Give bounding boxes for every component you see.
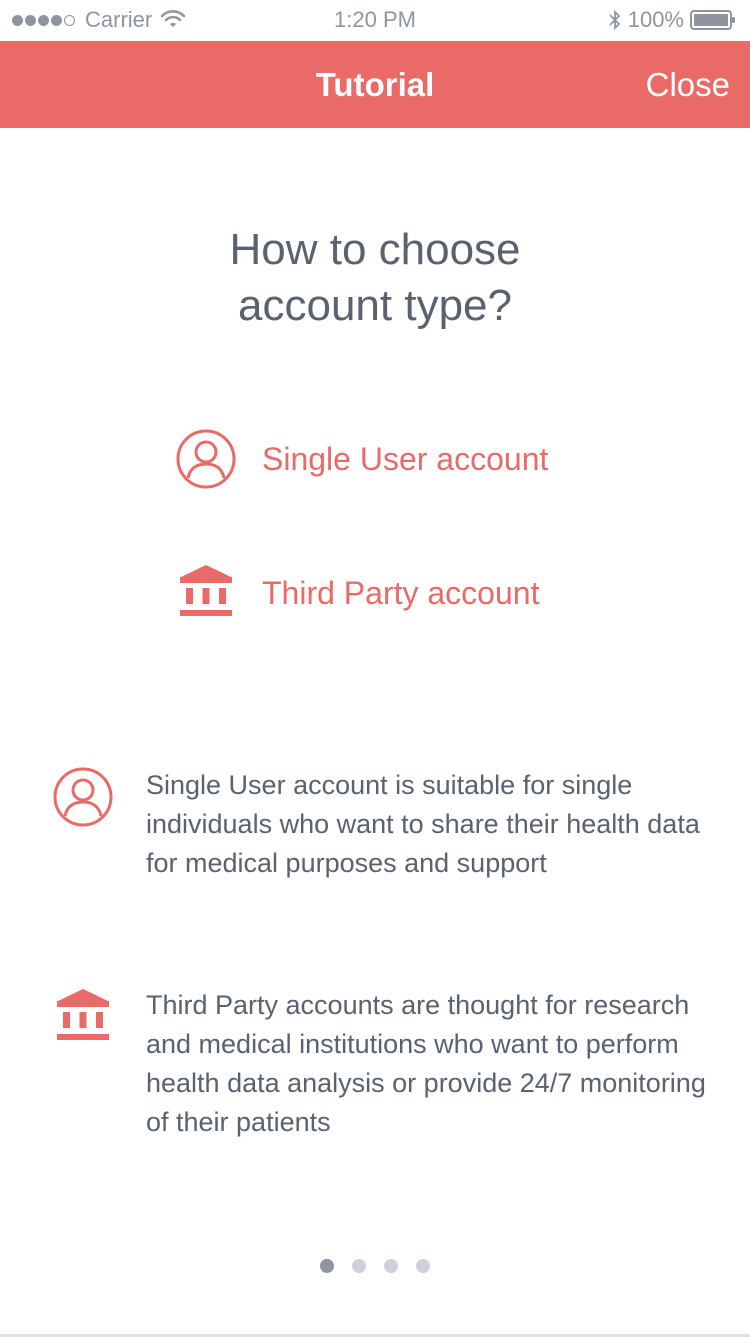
status-right: 100% <box>608 6 738 34</box>
battery-percent: 100% <box>627 7 684 32</box>
institution-icon <box>52 986 114 1048</box>
bluetooth-icon <box>609 9 620 31</box>
page-dot-3[interactable] <box>384 1259 398 1273</box>
third-party-description-text: Third Party accounts are thought for res… <box>146 990 706 1137</box>
third-party-description: Third Party accounts are thought for res… <box>52 986 712 1142</box>
close-button[interactable]: Close <box>646 41 730 128</box>
nav-title: Tutorial <box>315 66 435 103</box>
third-party-option[interactable]: Third Party account <box>175 562 539 624</box>
page-title-line-2: account type? <box>238 281 512 330</box>
status-bar: Carrier 1:20 PM 100% <box>0 0 750 40</box>
third-party-option-label: Third Party account <box>262 574 540 611</box>
single-user-description: Single User account is suitable for sing… <box>52 766 712 883</box>
navigation-bar: Tutorial Close <box>0 41 750 128</box>
page-title: How to choose account type? <box>0 222 750 334</box>
page-title-line-1: How to choose <box>229 225 521 274</box>
page-dot-2[interactable] <box>352 1259 366 1273</box>
user-circle-icon <box>175 428 237 490</box>
single-user-option[interactable]: Single User account <box>175 428 548 490</box>
single-user-option-label: Single User account <box>262 440 549 477</box>
page-indicator <box>0 1259 750 1273</box>
single-user-description-text: Single User account is suitable for sing… <box>146 770 700 878</box>
page-dot-1[interactable] <box>320 1259 334 1273</box>
battery-icon <box>690 10 735 30</box>
institution-icon <box>175 562 237 624</box>
page-dot-4[interactable] <box>416 1259 430 1273</box>
user-circle-icon <box>52 766 114 828</box>
